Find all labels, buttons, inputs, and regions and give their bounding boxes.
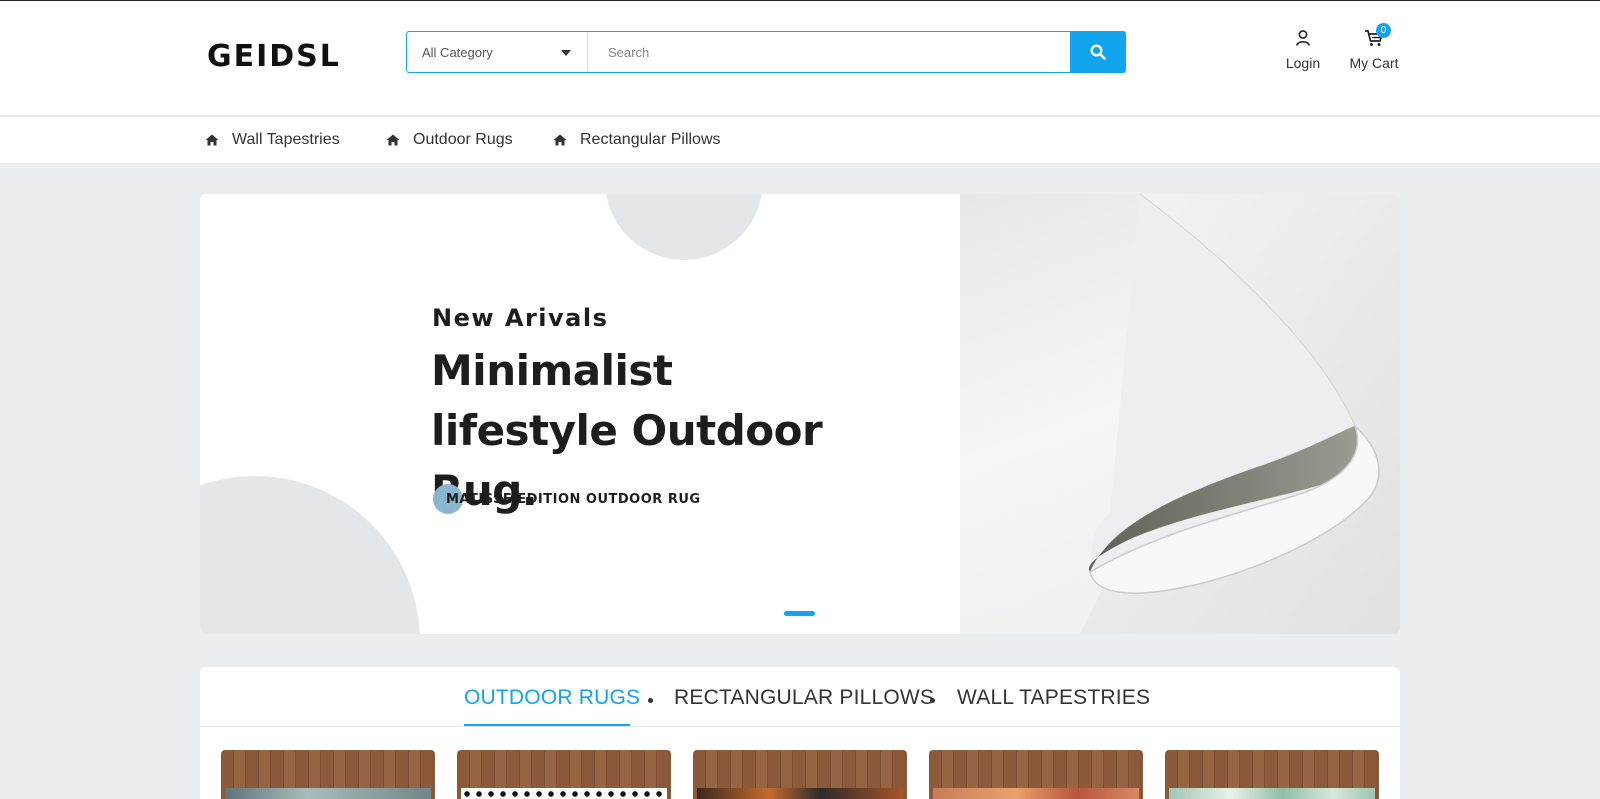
hero-slider: New Arivals Minimalist lifestyle Outdoor… xyxy=(200,194,1400,634)
category-nav: Wall Tapestries Outdoor Rugs Rectangular… xyxy=(0,117,1600,163)
login-label: Login xyxy=(1285,55,1321,71)
product-card[interactable] xyxy=(457,750,671,799)
login-button[interactable]: Login xyxy=(1284,29,1322,71)
cart-icon: 0 xyxy=(1346,23,1402,51)
product-image xyxy=(461,788,667,799)
decorative-circle xyxy=(605,194,763,260)
caret-down-icon xyxy=(561,50,571,56)
tab-separator xyxy=(648,698,653,703)
cart-count-badge: 0 xyxy=(1376,23,1391,38)
home-icon xyxy=(205,134,219,146)
nav-item-outdoor-rugs[interactable]: Outdoor Rugs xyxy=(386,117,513,163)
tab-outdoor-rugs[interactable]: OUTDOOR RUGS xyxy=(464,686,640,710)
search-icon xyxy=(1090,44,1106,60)
cart-label: My Cart xyxy=(1349,55,1399,71)
tab-separator xyxy=(930,698,935,703)
search-input[interactable] xyxy=(588,32,1070,72)
product-card[interactable] xyxy=(221,750,435,799)
slider-pagination-dot[interactable] xyxy=(784,611,815,616)
active-tab-indicator xyxy=(464,724,630,726)
hero-subtitle: New Arivals xyxy=(432,304,609,332)
tab-rectangular-pillows[interactable]: RECTANGULAR PILLOWS xyxy=(674,686,934,710)
nav-item-wall-tapestries[interactable]: Wall Tapestries xyxy=(205,117,340,163)
product-grid xyxy=(200,727,1400,799)
hero-cta-link[interactable]: MATISSE EDITION OUTDOOR RUG xyxy=(446,492,701,507)
category-select[interactable]: All Category xyxy=(407,32,588,72)
category-select-value: All Category xyxy=(422,44,493,60)
cart-button[interactable]: 0 My Cart xyxy=(1346,23,1402,71)
site-logo[interactable]: GEIDSL xyxy=(207,39,341,74)
product-image xyxy=(225,788,431,799)
search-button[interactable] xyxy=(1070,31,1126,73)
home-icon xyxy=(553,134,567,146)
product-image xyxy=(697,788,903,799)
product-card[interactable] xyxy=(929,750,1143,799)
product-image xyxy=(933,788,1139,799)
user-icon xyxy=(1284,29,1322,51)
decorative-circle xyxy=(200,476,420,634)
hero-product-image xyxy=(960,194,1400,634)
search-bar: All Category xyxy=(406,31,1126,73)
product-tabs: OUTDOOR RUGS RECTANGULAR PILLOWS WALL TA… xyxy=(200,667,1400,727)
nav-item-label: Rectangular Pillows xyxy=(580,131,721,148)
product-card[interactable] xyxy=(693,750,907,799)
product-image xyxy=(1169,788,1375,799)
nav-item-label: Wall Tapestries xyxy=(232,131,340,148)
product-card[interactable] xyxy=(1165,750,1379,799)
home-icon xyxy=(386,134,400,146)
tab-wall-tapestries[interactable]: WALL TAPESTRIES xyxy=(957,686,1150,710)
site-header: GEIDSL All Category Login xyxy=(0,1,1600,116)
nav-item-rectangular-pillows[interactable]: Rectangular Pillows xyxy=(553,117,721,163)
nav-item-label: Outdoor Rugs xyxy=(413,131,513,148)
